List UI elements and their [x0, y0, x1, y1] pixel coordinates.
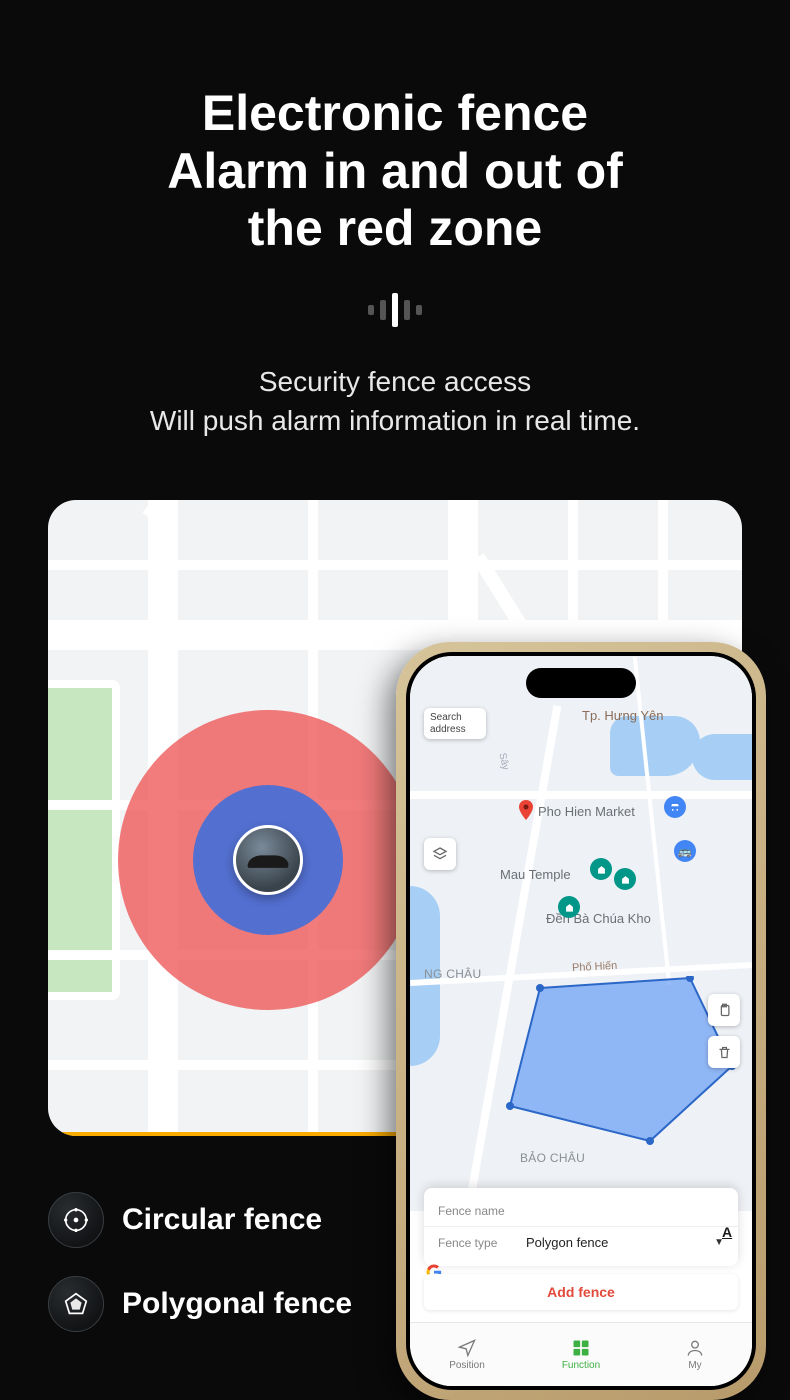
audio-bars-icon — [0, 293, 790, 327]
map-road-label: Phố Hiến — [572, 960, 618, 974]
add-fence-label: Add fence — [547, 1284, 615, 1300]
temple-poi-icon-2[interactable] — [614, 868, 636, 890]
fence-name-input[interactable]: Fence name — [438, 1204, 526, 1218]
map-district-baochau: BẢO CHÂU — [520, 1151, 585, 1165]
nav-position[interactable]: Position — [410, 1323, 524, 1386]
bus-poi-icon[interactable]: 🚌 — [674, 840, 696, 862]
phone-notch — [526, 668, 636, 698]
fence-type-row[interactable]: Fence type Polygon fence ▼ — [424, 1226, 738, 1258]
feature-circular-label: Circular fence — [122, 1203, 322, 1237]
add-fence-button[interactable]: Add fence — [424, 1274, 738, 1310]
fence-type-label: Fence type — [438, 1236, 526, 1250]
map-poi-market-label: Pho Hien Market — [538, 804, 635, 819]
polygon-fence-visual[interactable] — [500, 976, 740, 1146]
nav-function-label: Function — [562, 1360, 600, 1371]
fence-name-row[interactable]: Fence name — [424, 1196, 738, 1226]
location-pin-icon — [518, 800, 534, 820]
fence-form: Fence name Fence type Polygon fence ▼ — [424, 1188, 738, 1266]
subtitle-line2: Will push alarm information in real time… — [150, 405, 640, 436]
navigation-icon — [457, 1338, 477, 1358]
bottom-nav: Position Function My — [410, 1322, 752, 1386]
circular-fence-visual — [118, 710, 418, 1010]
nav-my[interactable]: My — [638, 1323, 752, 1386]
feature-polygonal: Polygonal fence — [48, 1276, 352, 1332]
nav-position-label: Position — [449, 1360, 485, 1371]
search-address-button[interactable]: Search address — [424, 708, 486, 739]
map-layers-button[interactable] — [424, 838, 456, 870]
phone-mockup: Tp. Hưng Yên Sây Pho Hien Market Mau Tem… — [396, 642, 766, 1400]
title-line3: the red zone — [248, 200, 542, 256]
temple-poi-icon-3[interactable] — [558, 896, 580, 918]
title-line1: Electronic fence — [202, 85, 588, 141]
user-icon — [685, 1338, 705, 1358]
map-city-label: Tp. Hưng Yên — [582, 708, 663, 723]
polygonal-fence-icon — [48, 1276, 104, 1332]
vehicle-marker — [233, 825, 303, 895]
subtitle-line1: Security fence access — [259, 366, 531, 397]
map-delete-button[interactable] — [708, 1036, 740, 1068]
circular-fence-icon — [48, 1192, 104, 1248]
map-district-ngchau: NG CHÂU — [424, 967, 481, 981]
page-title: Electronic fence Alarm in and out of the… — [0, 0, 790, 258]
map-clipboard-button[interactable] — [708, 994, 740, 1026]
feature-circular: Circular fence — [48, 1192, 352, 1248]
nav-my-label: My — [688, 1360, 701, 1371]
nav-function[interactable]: Function — [524, 1323, 638, 1386]
phone-screen: Tp. Hưng Yên Sây Pho Hien Market Mau Tem… — [410, 656, 752, 1386]
phone-map[interactable]: Tp. Hưng Yên Sây Pho Hien Market Mau Tem… — [410, 656, 752, 1211]
title-line2: Alarm in and out of — [167, 143, 623, 199]
subtitle: Security fence access Will push alarm in… — [0, 362, 790, 440]
map-poi-temple-label: Mau Temple — [500, 867, 571, 882]
shop-poi-icon[interactable] — [664, 796, 686, 818]
temple-poi-icon-1[interactable] — [590, 858, 612, 880]
fence-type-value: Polygon fence — [526, 1235, 714, 1250]
text-input-indicator-icon: A — [722, 1224, 742, 1244]
search-address-label: Search address — [430, 712, 466, 735]
grid-icon — [571, 1338, 591, 1358]
feature-polygonal-label: Polygonal fence — [122, 1287, 352, 1321]
